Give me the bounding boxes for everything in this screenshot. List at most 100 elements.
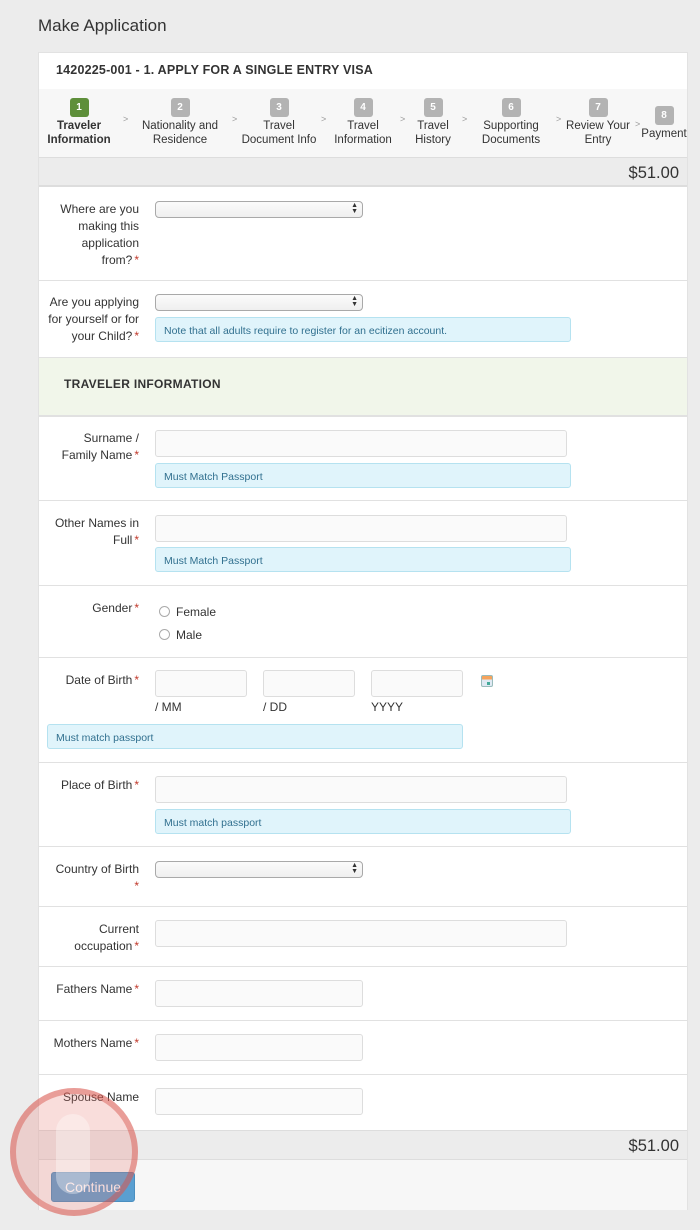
step-separator: >: [462, 114, 468, 124]
required-marker: *: [134, 601, 139, 615]
other-names-label: Other Names in Full *: [54, 516, 139, 547]
dob-day-label: / DD: [263, 700, 287, 714]
step-number-badge: 6: [501, 98, 521, 117]
wizard-stepper: 1 Traveler Information > 2 Nationality an…: [39, 89, 687, 157]
continue-button[interactable]: Continue: [51, 1172, 135, 1202]
step-number-badge: 7: [588, 98, 608, 117]
row-gender: Gender * Female Male: [39, 586, 687, 658]
page-title: Make Application: [38, 16, 167, 35]
dob-year-input[interactable]: [371, 670, 463, 697]
place-of-birth-label: Place of Birth *: [60, 778, 139, 792]
radio-button[interactable]: [159, 629, 170, 640]
calendar-icon[interactable]: [481, 675, 493, 687]
spouse-name-input[interactable]: [155, 1088, 363, 1115]
step-separator: >: [556, 114, 562, 124]
dob-month-label: / MM: [155, 700, 182, 714]
required-marker: *: [134, 533, 139, 547]
step-label: Travel Information: [334, 120, 392, 146]
dob-note: Must match passport: [47, 724, 463, 749]
application-from-select[interactable]: ▲ ▼: [155, 201, 363, 218]
step-number-badge: 3: [269, 98, 289, 117]
mothers-name-input[interactable]: [155, 1034, 363, 1061]
step-number-badge: 8: [654, 106, 674, 125]
required-marker: *: [134, 879, 139, 893]
required-marker: *: [134, 448, 139, 462]
required-marker: *: [134, 329, 139, 343]
step-supporting-documents[interactable]: 6 Supporting Documents: [474, 98, 548, 147]
surname-label: Surname / Family Name *: [61, 431, 139, 462]
step-separator: >: [123, 114, 129, 124]
occupation-label: Current occupation *: [74, 922, 139, 953]
step-travel-history[interactable]: 5 Travel History: [409, 98, 457, 147]
place-of-birth-input[interactable]: [155, 776, 567, 803]
radio-label: Female: [176, 605, 217, 619]
gender-radio-male[interactable]: Male: [159, 628, 202, 642]
application-title: 1420225-001 - 1. APPLY FOR A SINGLE ENTR…: [56, 63, 373, 77]
row-fathers-name: Fathers Name *: [39, 967, 687, 1021]
required-marker: *: [134, 1036, 139, 1050]
ecitizen-account-note: Note that all adults require to register…: [155, 317, 571, 342]
step-traveler-information[interactable]: 1 Traveler Information: [43, 98, 115, 147]
required-marker: *: [134, 673, 139, 687]
gender-label: Gender *: [92, 601, 139, 615]
step-separator: >: [321, 114, 327, 124]
step-number-badge: 2: [170, 98, 190, 117]
step-separator: >: [400, 114, 406, 124]
dob-year-label: YYYY: [371, 700, 404, 714]
occupation-input[interactable]: [155, 920, 567, 947]
dob-day-input[interactable]: [263, 670, 355, 697]
price-total-top: $51.00: [39, 157, 687, 187]
step-travel-document-info[interactable]: 3 Travel Document Info: [239, 98, 319, 147]
place-of-birth-note: Must match passport: [155, 809, 571, 834]
row-surname: Surname / Family Name * Must Match Passpo…: [39, 417, 687, 501]
radio-button[interactable]: [159, 606, 170, 617]
step-label: Payment: [641, 128, 687, 140]
price-total-bottom: $51.00: [39, 1130, 687, 1160]
select-arrows-icon: ▲ ▼: [351, 202, 358, 215]
dob-month-input[interactable]: [155, 670, 247, 697]
row-country-of-birth: Country of Birth * ▲ ▼: [39, 847, 687, 907]
row-place-of-birth: Place of Birth * Must match passport: [39, 763, 687, 847]
applying-for-select[interactable]: ▲ ▼: [155, 294, 363, 311]
step-payment[interactable]: 8 Payment: [640, 106, 688, 141]
step-number-badge: 4: [353, 98, 373, 117]
row-date-of-birth: Date of Birth * / MM / DD YYYY Must match…: [39, 658, 687, 763]
form-actions: Continue: [39, 1160, 687, 1210]
fathers-name-label: Fathers Name *: [56, 982, 139, 996]
step-label: Nationality and Residence: [141, 120, 219, 146]
step-label: Traveler Information: [47, 120, 111, 146]
surname-note: Must Match Passport: [155, 463, 571, 488]
row-application-from: Where are you making this application fr…: [39, 187, 687, 281]
application-from-label: Where are you making this application fr…: [60, 202, 139, 267]
step-label: Review Your Entry: [566, 120, 630, 146]
required-marker: *: [134, 778, 139, 792]
select-arrows-icon: ▲ ▼: [351, 862, 358, 875]
step-separator: >: [232, 114, 238, 124]
step-nationality-and-residence[interactable]: 2 Nationality and Residence: [139, 98, 221, 147]
row-other-names: Other Names in Full * Must Match Passport: [39, 501, 687, 586]
step-label: Travel Document Info: [241, 120, 317, 146]
step-label: Travel History: [415, 120, 451, 146]
fathers-name-input[interactable]: [155, 980, 363, 1007]
required-marker: *: [134, 982, 139, 996]
step-review-your-entry[interactable]: 7 Review Your Entry: [564, 98, 632, 147]
country-of-birth-select[interactable]: ▲ ▼: [155, 861, 363, 878]
country-of-birth-label: Country of Birth *: [55, 862, 139, 893]
dob-label: Date of Birth *: [65, 673, 139, 687]
gender-radio-female[interactable]: Female: [159, 605, 216, 619]
step-number-badge: 1: [69, 98, 89, 117]
required-marker: *: [134, 253, 139, 267]
row-mothers-name: Mothers Name *: [39, 1021, 687, 1075]
applying-for-label: Are you applying for yourself or for you…: [48, 295, 139, 343]
row-occupation: Current occupation *: [39, 907, 687, 967]
other-names-input[interactable]: [155, 515, 567, 542]
application-card: 1420225-001 - 1. APPLY FOR A SINGLE ENTR…: [38, 52, 688, 1210]
spouse-name-label: Spouse Name: [62, 1090, 139, 1104]
step-number-badge: 5: [423, 98, 443, 117]
mothers-name-label: Mothers Name *: [53, 1036, 139, 1050]
required-marker: *: [134, 939, 139, 953]
other-names-note: Must Match Passport: [155, 547, 571, 572]
radio-label: Male: [176, 628, 203, 642]
surname-input[interactable]: [155, 430, 567, 457]
step-travel-information[interactable]: 4 Travel Information: [329, 98, 397, 147]
